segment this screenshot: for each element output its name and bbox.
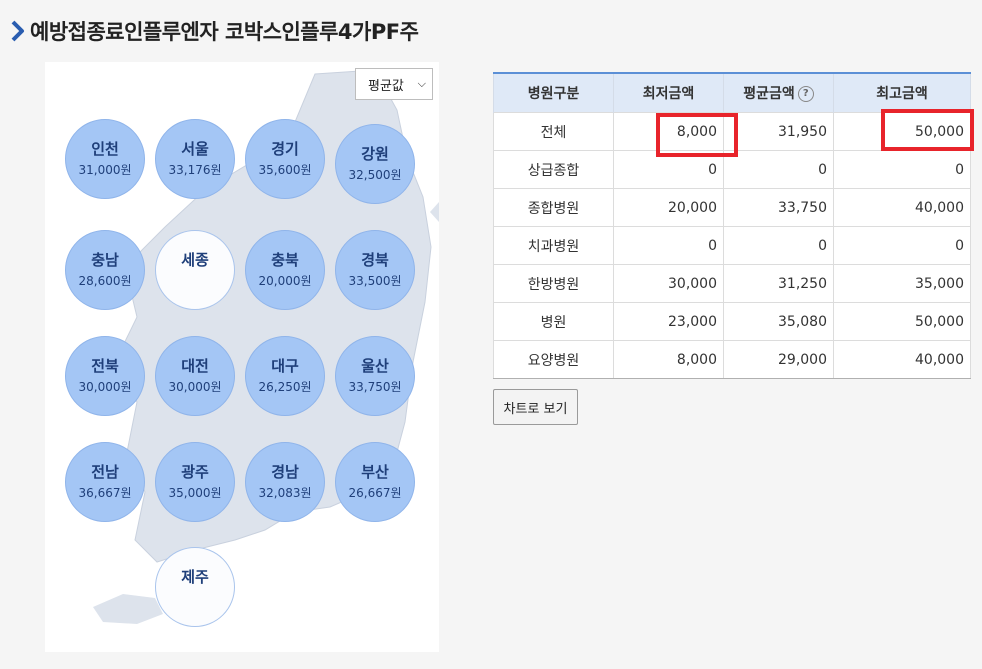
region-name: 전남 <box>91 463 119 481</box>
chevron-right-icon <box>11 20 24 42</box>
table-row: 요양병원 8,000 29,000 40,000 <box>493 340 971 379</box>
region-name: 경기 <box>271 140 299 158</box>
table-row: 치과병원 0 0 0 <box>493 226 971 265</box>
region-name: 인천 <box>91 140 119 158</box>
region-name: 서울 <box>181 140 209 158</box>
region-price: 28,600원 <box>78 274 132 288</box>
region-ulsan[interactable]: 울산 33,750원 <box>335 336 415 416</box>
select-value: 평균값 <box>368 78 404 94</box>
region-name: 부산 <box>361 463 389 481</box>
region-name: 세종 <box>181 251 209 269</box>
view-chart-button[interactable]: 차트로 보기 <box>493 389 578 425</box>
cell-category: 상급종합 <box>493 150 614 189</box>
cell-category: 전체 <box>493 112 614 151</box>
cell-min: 20,000 <box>613 188 724 227</box>
region-daejeon[interactable]: 대전 30,000원 <box>155 336 235 416</box>
region-gwangju[interactable]: 광주 35,000원 <box>155 442 235 522</box>
region-map: 평균값 ⌵ 인천 31,000원 서울 33,176원 경기 35,600원 강… <box>45 62 439 652</box>
cell-avg: 35,080 <box>723 302 834 341</box>
region-seoul[interactable]: 서울 33,176원 <box>155 119 235 199</box>
region-name: 대구 <box>271 357 299 375</box>
region-name: 제주 <box>181 568 209 586</box>
region-gangwon[interactable]: 강원 32,500원 <box>335 124 415 204</box>
region-price: 36,667원 <box>78 486 132 500</box>
region-price: 33,500원 <box>348 274 402 288</box>
cell-category: 요양병원 <box>493 340 614 379</box>
highlight-box-min <box>656 113 738 157</box>
region-price: 20,000원 <box>258 274 312 288</box>
region-price: 26,667원 <box>348 486 402 500</box>
page-title: 예방접종료인플루엔자 코박스인플루4가PF주 <box>30 20 419 44</box>
cell-category: 한방병원 <box>493 264 614 303</box>
region-name: 대전 <box>181 357 209 375</box>
region-price: 30,000원 <box>168 380 222 394</box>
col-header-category: 병원구분 <box>493 72 614 113</box>
cell-max: 40,000 <box>833 188 971 227</box>
region-incheon[interactable]: 인천 31,000원 <box>65 119 145 199</box>
region-name: 경남 <box>271 463 299 481</box>
cell-avg: 0 <box>723 226 834 265</box>
region-chungnam[interactable]: 충남 28,600원 <box>65 230 145 310</box>
table-header-row: 병원구분 최저금액 평균금액? 최고금액 <box>493 72 971 113</box>
cell-avg: 0 <box>723 150 834 189</box>
region-price: 32,500원 <box>348 168 402 182</box>
region-chungbuk[interactable]: 충북 20,000원 <box>245 230 325 310</box>
region-name: 충남 <box>91 251 119 269</box>
region-price: 30,000원 <box>78 380 132 394</box>
cell-max: 0 <box>833 226 971 265</box>
region-name: 울산 <box>361 357 389 375</box>
cell-max: 0 <box>833 150 971 189</box>
table-row: 종합병원 20,000 33,750 40,000 <box>493 188 971 227</box>
region-sejong[interactable]: 세종 <box>155 230 235 310</box>
cell-max: 50,000 <box>833 302 971 341</box>
region-price: 35,000원 <box>168 486 222 500</box>
cell-avg: 31,250 <box>723 264 834 303</box>
region-price: 33,176원 <box>168 163 222 177</box>
cell-category: 종합병원 <box>493 188 614 227</box>
region-jeju[interactable]: 제주 <box>155 547 235 627</box>
help-icon[interactable]: ? <box>797 86 814 102</box>
highlight-box-max <box>881 109 974 151</box>
region-name: 전북 <box>91 357 119 375</box>
cell-max: 35,000 <box>833 264 971 303</box>
cell-min: 8,000 <box>613 340 724 379</box>
region-daegu[interactable]: 대구 26,250원 <box>245 336 325 416</box>
region-name: 충북 <box>271 251 299 269</box>
region-name: 경북 <box>361 251 389 269</box>
table-row: 한방병원 30,000 31,250 35,000 <box>493 264 971 303</box>
region-price: 26,250원 <box>258 380 312 394</box>
region-price: 32,083원 <box>258 486 312 500</box>
region-name: 강원 <box>361 145 389 163</box>
region-gyeonggi[interactable]: 경기 35,600원 <box>245 119 325 199</box>
region-price: 31,000원 <box>78 163 132 177</box>
page-header: 예방접종료인플루엔자 코박스인플루4가PF주 <box>10 16 419 46</box>
cell-avg: 33,750 <box>723 188 834 227</box>
chevron-down-icon: ⌵ <box>417 77 426 90</box>
region-busan[interactable]: 부산 26,667원 <box>335 442 415 522</box>
cell-min: 0 <box>613 226 724 265</box>
cell-category: 치과병원 <box>493 226 614 265</box>
stat-type-select[interactable]: 평균값 ⌵ <box>355 68 433 100</box>
region-gyeongbuk[interactable]: 경북 33,500원 <box>335 230 415 310</box>
cell-max: 40,000 <box>833 340 971 379</box>
cell-min: 23,000 <box>613 302 724 341</box>
region-price: 35,600원 <box>258 163 312 177</box>
col-header-avg-label: 평균금액 <box>743 86 795 102</box>
cell-category: 병원 <box>493 302 614 341</box>
col-header-min: 최저금액 <box>613 72 724 113</box>
cell-avg: 29,000 <box>723 340 834 379</box>
cell-min: 30,000 <box>613 264 724 303</box>
cell-avg: 31,950 <box>723 112 834 151</box>
region-name: 광주 <box>181 463 209 481</box>
region-gyeongnam[interactable]: 경남 32,083원 <box>245 442 325 522</box>
table-row: 병원 23,000 35,080 50,000 <box>493 302 971 341</box>
col-header-max: 최고금액 <box>833 72 971 113</box>
region-jeonnam[interactable]: 전남 36,667원 <box>65 442 145 522</box>
region-price: 33,750원 <box>348 380 402 394</box>
col-header-avg: 평균금액? <box>723 72 834 113</box>
region-jeonbuk[interactable]: 전북 30,000원 <box>65 336 145 416</box>
